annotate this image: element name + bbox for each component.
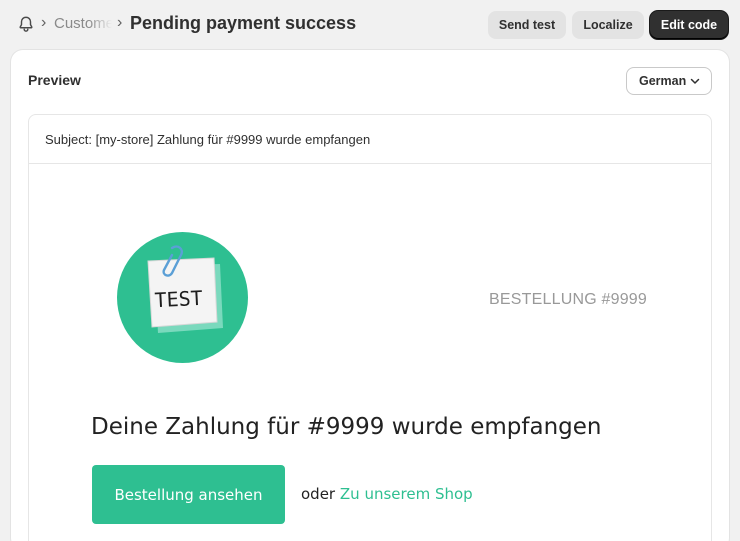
bell-icon[interactable]	[17, 15, 35, 33]
email-headline: Deine Zahlung für #9999 wurde empfangen	[91, 414, 602, 440]
breadcrumb-parent-link[interactable]: Customers	[54, 15, 112, 35]
breadcrumb-chevron-icon: ›	[41, 14, 47, 31]
or-text: oder	[301, 485, 336, 503]
chevron-down-icon	[690, 78, 700, 84]
logo-text: TEST	[154, 286, 203, 312]
localize-button[interactable]: Localize	[572, 11, 644, 39]
order-number: BESTELLUNG #9999	[489, 291, 647, 308]
page-title: Pending payment success	[130, 13, 357, 33]
language-select-value: German	[639, 74, 687, 88]
email-preview-frame: Subject: [my-store] Zahlung für #9999 wu…	[28, 114, 712, 541]
send-test-button[interactable]: Send test	[488, 11, 566, 39]
view-order-button[interactable]: Bestellung ansehen	[92, 465, 285, 524]
store-logo: TEST	[117, 232, 248, 363]
top-bar: › Customers › Pending payment success Se…	[0, 0, 740, 50]
language-select[interactable]: German	[626, 67, 712, 95]
visit-shop-link[interactable]: Zu unserem Shop	[340, 485, 473, 503]
alternate-action: oder Zu unserem Shop	[301, 485, 473, 503]
preview-card: Preview German Subject: [my-store] Zahlu…	[11, 50, 729, 541]
preview-heading: Preview	[28, 72, 81, 88]
email-subject: Subject: [my-store] Zahlung für #9999 wu…	[29, 115, 711, 164]
breadcrumb-chevron-icon: ›	[117, 14, 123, 31]
edit-code-button[interactable]: Edit code	[650, 11, 728, 39]
